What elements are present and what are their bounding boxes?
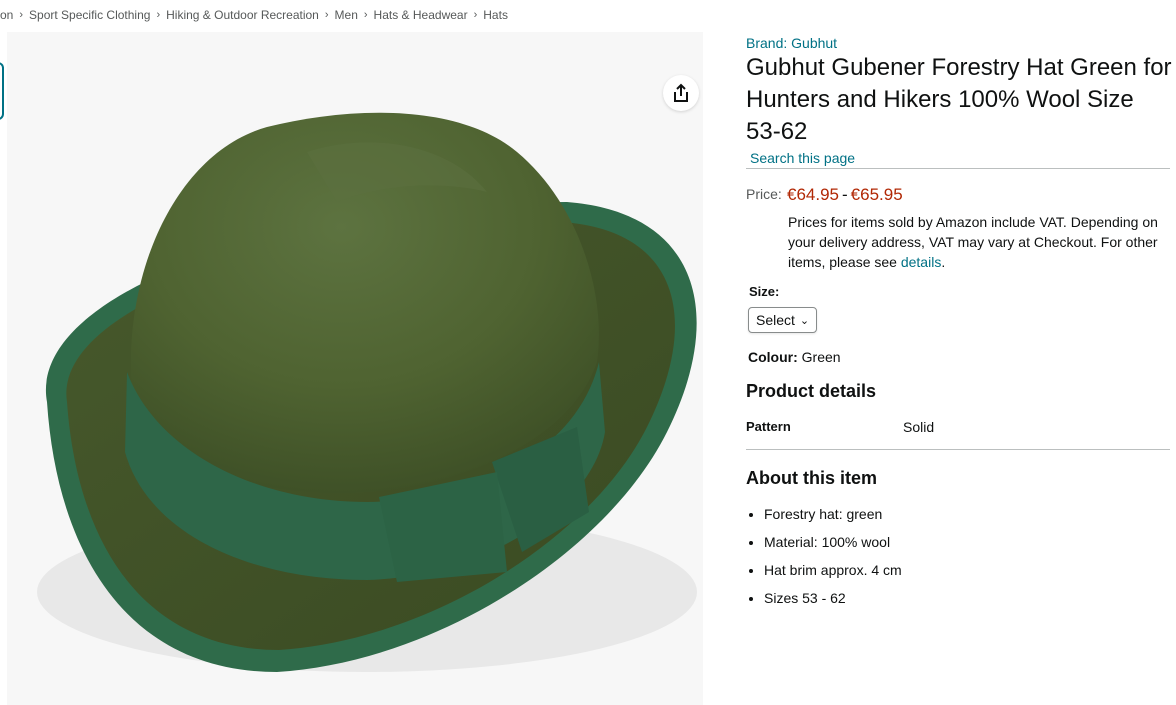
search-this-page-link[interactable]: Search this page bbox=[750, 150, 855, 166]
about-bullets: Forestry hat: green Material: 100% wool … bbox=[746, 505, 902, 617]
price-dash: - bbox=[842, 185, 848, 204]
breadcrumb-separator: › bbox=[19, 9, 24, 21]
brand-link[interactable]: Brand: Gubhut bbox=[746, 35, 837, 51]
pattern-label: Pattern bbox=[746, 419, 791, 434]
vat-note: Prices for items sold by Amazon include … bbox=[788, 212, 1168, 272]
divider bbox=[746, 449, 1170, 450]
size-select[interactable]: Select ⌄ bbox=[748, 307, 817, 333]
pattern-value: Solid bbox=[903, 419, 935, 435]
breadcrumb-item[interactable]: Hats & Headwear bbox=[374, 8, 468, 22]
breadcrumb-separator: › bbox=[473, 9, 478, 21]
colour-label: Colour: bbox=[748, 349, 798, 365]
breadcrumb-separator: › bbox=[324, 9, 329, 21]
breadcrumb-item[interactable]: Men bbox=[335, 8, 358, 22]
breadcrumb-item[interactable]: on bbox=[0, 8, 13, 22]
vat-note-text: Prices for items sold by Amazon include … bbox=[788, 214, 1158, 270]
share-icon bbox=[674, 83, 688, 102]
breadcrumb-separator: › bbox=[363, 9, 368, 21]
vat-details-link[interactable]: details bbox=[901, 254, 941, 270]
breadcrumb: on › Sport Specific Clothing › Hiking & … bbox=[0, 0, 740, 30]
price-low: €64.95 bbox=[787, 185, 839, 204]
hat-image bbox=[7, 32, 703, 705]
share-button[interactable] bbox=[663, 75, 699, 111]
colour-value: Green bbox=[801, 349, 841, 365]
vat-note-end: . bbox=[941, 254, 946, 270]
list-item: Hat brim approx. 4 cm bbox=[764, 561, 902, 589]
thumbnail-selected-indicator[interactable] bbox=[0, 62, 4, 120]
price-label: Price: bbox=[746, 186, 782, 202]
size-label: Size: bbox=[749, 284, 780, 299]
list-item: Forestry hat: green bbox=[764, 505, 902, 533]
product-title: Gubhut Gubener Forestry Hat Green for Hu… bbox=[746, 54, 1172, 145]
breadcrumb-item[interactable]: Hiking & Outdoor Recreation bbox=[166, 8, 319, 22]
price-range: €64.95- €65.95 bbox=[787, 185, 903, 205]
list-item: Material: 100% wool bbox=[764, 533, 902, 561]
product-image[interactable] bbox=[7, 32, 703, 705]
price-high: €65.95 bbox=[850, 185, 903, 204]
breadcrumb-item[interactable]: Sport Specific Clothing bbox=[29, 8, 150, 22]
colour-row: Colour: Green bbox=[748, 349, 841, 365]
breadcrumb-item[interactable]: Hats bbox=[483, 8, 508, 22]
size-select-value: Select bbox=[756, 312, 795, 328]
divider bbox=[746, 168, 1170, 169]
breadcrumb-separator: › bbox=[156, 9, 161, 21]
product-details-heading: Product details bbox=[746, 381, 877, 401]
chevron-down-icon: ⌄ bbox=[799, 314, 810, 327]
about-heading: About this item bbox=[746, 468, 877, 488]
list-item: Sizes 53 - 62 bbox=[764, 589, 902, 617]
